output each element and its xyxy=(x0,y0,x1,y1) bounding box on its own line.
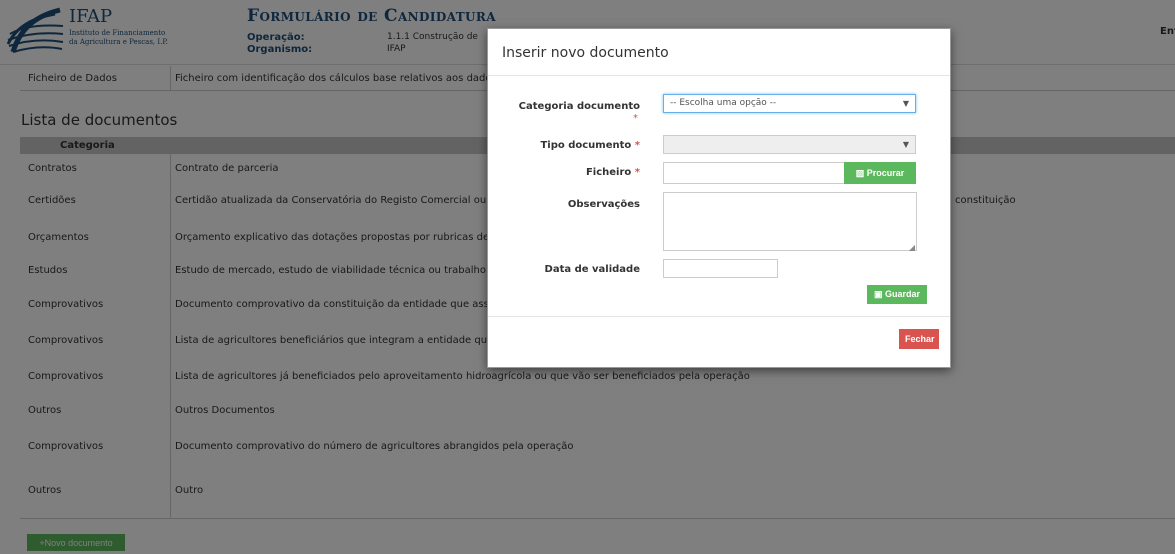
guardar-button[interactable]: ▣ Guardar xyxy=(867,285,927,304)
ficheiro-label-text: Ficheiro xyxy=(585,167,632,178)
observacoes-label: Observações xyxy=(567,199,640,210)
save-icon: ▣ xyxy=(873,289,883,299)
resize-handle-icon[interactable]: ◢ xyxy=(909,243,915,252)
ficheiro-input[interactable] xyxy=(663,162,845,184)
page: IFAP Instituto de Financiamento da Agric… xyxy=(0,0,1175,554)
observacoes-textarea[interactable]: ◢ xyxy=(663,192,917,252)
tipo-label: Tipo documento * xyxy=(540,140,640,151)
categoria-required-mark: * xyxy=(633,113,638,124)
guardar-button-label: Guardar xyxy=(885,289,921,299)
tipo-select[interactable]: ▼ xyxy=(663,135,916,154)
modal-header-divider xyxy=(488,75,950,76)
categoria-label: Categoria documento xyxy=(519,101,640,112)
modal-title: Inserir novo documento xyxy=(502,45,669,61)
validade-label: Data de validade xyxy=(544,264,640,275)
chevron-down-icon: ▼ xyxy=(902,99,909,108)
categoria-select[interactable]: -- Escolha uma opção -- ▼ xyxy=(663,94,916,113)
tipo-label-text: Tipo documento xyxy=(540,140,632,151)
ficheiro-label: Ficheiro * xyxy=(586,167,640,178)
fechar-button[interactable]: Fechar xyxy=(899,329,939,349)
procurar-button-label: Procurar xyxy=(866,167,905,178)
tipo-required-mark: * xyxy=(634,140,640,151)
categoria-select-value: -- Escolha uma opção -- xyxy=(670,98,777,108)
validade-input[interactable] xyxy=(663,259,778,278)
ficheiro-required-mark: * xyxy=(634,167,640,178)
insert-document-modal: Inserir novo documento Categoria documen… xyxy=(487,28,951,368)
chevron-down-icon: ▼ xyxy=(902,140,909,149)
categoria-label-text: Categoria documento xyxy=(518,101,640,112)
folder-open-icon: ▧ xyxy=(855,167,865,178)
modal-footer-divider xyxy=(488,316,950,317)
procurar-button[interactable]: ▧ Procurar xyxy=(844,162,916,184)
